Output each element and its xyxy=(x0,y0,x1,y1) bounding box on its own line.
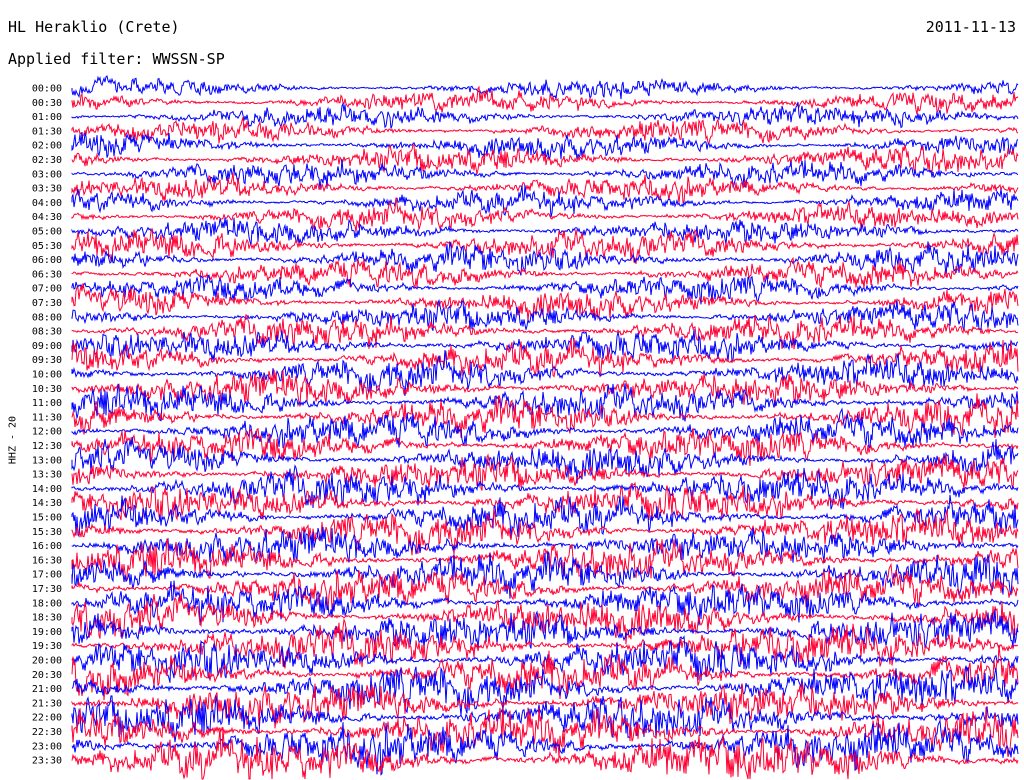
row-time-label: 03:00 xyxy=(32,169,62,180)
row-time-label: 03:30 xyxy=(32,184,62,195)
seismic-trace xyxy=(71,718,1019,776)
row-time-label: 19:00 xyxy=(32,627,62,638)
row-time-label: 18:00 xyxy=(32,598,62,609)
row-time-label: 05:30 xyxy=(32,241,62,252)
seismic-trace xyxy=(71,706,1019,759)
row-time-label: 13:00 xyxy=(32,455,62,466)
seismic-trace xyxy=(71,427,1019,466)
helicorder-plot: 00:00 00:30 01:00 01:30 02:00 02:30 03:00 03:30… xyxy=(32,75,1019,780)
row-time-label: 12:00 xyxy=(32,427,62,438)
row-time-label: 11:30 xyxy=(32,412,62,423)
row-time-label: 07:00 xyxy=(32,284,62,295)
row-time-label: 05:00 xyxy=(32,227,62,238)
row-time-label: 21:30 xyxy=(32,698,62,709)
row-time-label: 12:30 xyxy=(32,441,62,452)
row-time-label: 04:00 xyxy=(32,198,62,209)
row-time-label: 13:30 xyxy=(32,470,62,481)
row-time-label: 01:00 xyxy=(32,112,62,123)
row-time-label: 16:00 xyxy=(32,541,62,552)
row-time-label: 09:00 xyxy=(32,341,62,352)
row-time-label: 00:30 xyxy=(32,98,62,109)
seismic-trace xyxy=(71,299,1019,331)
row-time-label: 14:30 xyxy=(32,498,62,509)
row-time-label: 02:00 xyxy=(32,141,62,152)
row-time-label: 01:30 xyxy=(32,126,62,137)
row-time-label: 07:30 xyxy=(32,298,62,309)
row-time-label: 14:00 xyxy=(32,484,62,495)
row-time-label: 23:30 xyxy=(32,756,62,767)
row-time-label: 21:00 xyxy=(32,684,62,695)
row-time-label: 18:30 xyxy=(32,613,62,624)
seismic-trace xyxy=(71,464,1019,510)
row-time-label: 15:30 xyxy=(32,527,62,538)
row-time-label: 02:30 xyxy=(32,155,62,166)
row-time-label: 20:00 xyxy=(32,656,62,667)
trace-group xyxy=(71,75,1019,780)
row-time-label: 17:00 xyxy=(32,570,62,581)
seismic-trace xyxy=(71,116,1019,145)
seismic-trace xyxy=(71,185,1019,218)
row-time-label: 06:30 xyxy=(32,269,62,280)
row-time-label: 22:00 xyxy=(32,713,62,724)
row-time-label: 20:30 xyxy=(32,670,62,681)
seismic-trace xyxy=(71,240,1019,277)
seismic-trace xyxy=(71,75,1019,100)
row-time-label: 23:00 xyxy=(32,741,62,752)
row-time-label: 15:00 xyxy=(32,513,62,524)
row-time-label: 06:00 xyxy=(32,255,62,266)
row-time-label: 11:00 xyxy=(32,398,62,409)
row-time-label: 10:00 xyxy=(32,370,62,381)
row-time-label: 04:30 xyxy=(32,212,62,223)
row-time-label: 08:00 xyxy=(32,312,62,323)
row-label-group: 00:00 00:30 01:00 01:30 02:00 02:30 03:00 03:30… xyxy=(32,84,62,767)
row-time-label: 10:30 xyxy=(32,384,62,395)
row-time-label: 08:30 xyxy=(32,327,62,338)
row-time-label: 16:30 xyxy=(32,555,62,566)
row-time-label: 00:00 xyxy=(32,84,62,95)
row-time-label: 22:30 xyxy=(32,727,62,738)
row-time-label: 17:30 xyxy=(32,584,62,595)
row-time-label: 19:30 xyxy=(32,641,62,652)
row-time-label: 09:30 xyxy=(32,355,62,366)
